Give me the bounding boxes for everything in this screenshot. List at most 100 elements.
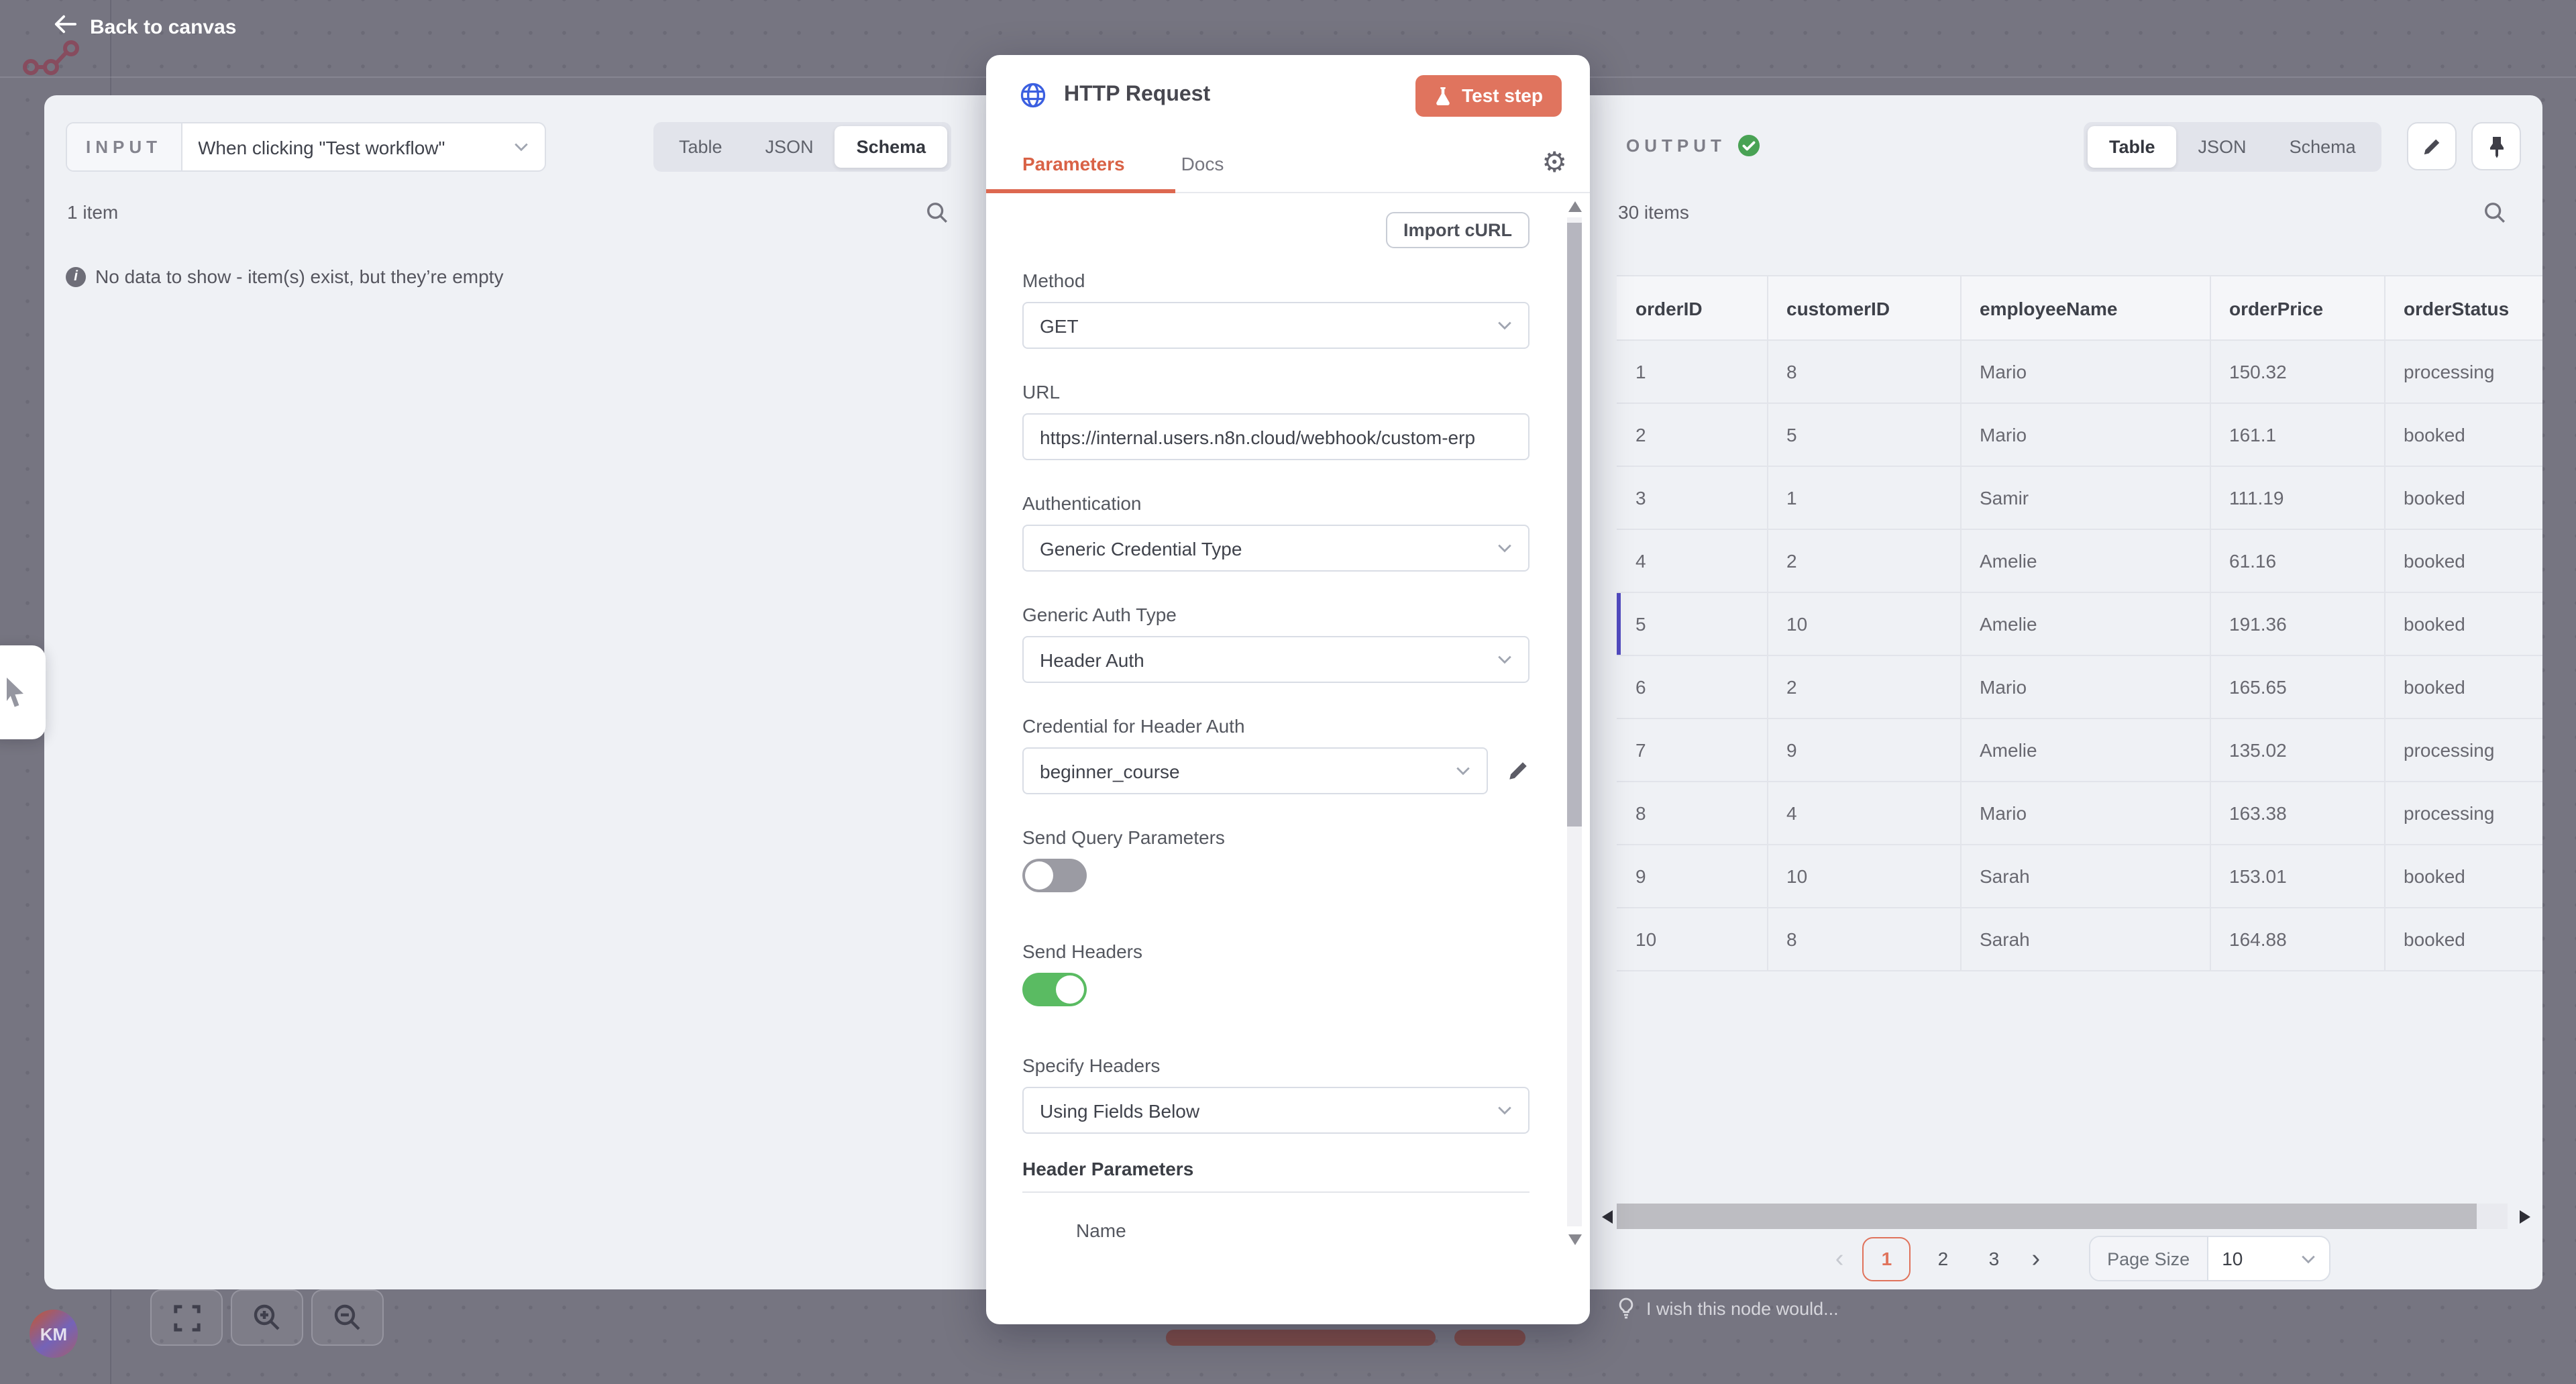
zoom-in-button[interactable] bbox=[231, 1289, 303, 1346]
node-settings-gear-icon[interactable]: ⚙ bbox=[1542, 145, 1567, 182]
column-header[interactable]: orderStatus bbox=[2384, 276, 2542, 340]
dimmed-canvas-button bbox=[1454, 1330, 1525, 1346]
output-view-tabs: Table JSON Schema bbox=[2084, 122, 2381, 172]
next-page-button[interactable]: › bbox=[2026, 1246, 2045, 1271]
prev-page-button[interactable]: ‹ bbox=[1830, 1246, 1849, 1271]
table-cell: Sarah bbox=[1960, 908, 2210, 971]
table-row[interactable]: 25Mario161.1booked bbox=[1617, 403, 2542, 466]
method-value: GET bbox=[1040, 315, 1497, 336]
column-header[interactable]: employeeName bbox=[1960, 276, 2210, 340]
output-table: orderID customerID employeeName orderPri… bbox=[1617, 275, 2542, 971]
send-query-parameters-toggle[interactable] bbox=[1022, 859, 1087, 892]
input-tab-schema[interactable]: Schema bbox=[835, 126, 948, 168]
zoom-out-button[interactable] bbox=[311, 1289, 384, 1346]
page-button[interactable]: 2 bbox=[1924, 1236, 1962, 1281]
zoom-to-fit-button[interactable] bbox=[150, 1289, 223, 1346]
tab-docs[interactable]: Docs bbox=[1181, 153, 1224, 174]
table-row[interactable]: 510Amelie191.36booked bbox=[1617, 592, 2542, 655]
pin-data-button[interactable] bbox=[2471, 122, 2521, 170]
url-value: https://internal.users.n8n.cloud/webhook… bbox=[1040, 426, 1512, 447]
table-row[interactable]: 42Amelie61.16booked bbox=[1617, 529, 2542, 592]
modal-tabs: Parameters Docs ⚙ bbox=[986, 136, 1590, 193]
scroll-down-icon[interactable] bbox=[1568, 1234, 1582, 1245]
table-cell: booked bbox=[2384, 845, 2542, 908]
globe-icon bbox=[1018, 81, 1048, 110]
input-empty-message: No data to show - item(s) exist, but the… bbox=[95, 266, 503, 287]
scroll-up-icon[interactable] bbox=[1568, 201, 1582, 212]
column-header[interactable]: orderID bbox=[1617, 276, 1767, 340]
chevron-down-icon bbox=[1497, 1106, 1512, 1115]
column-header[interactable]: orderPrice bbox=[2210, 276, 2384, 340]
output-tab-table[interactable]: Table bbox=[2088, 126, 2177, 168]
authentication-select[interactable]: Generic Credential Type bbox=[1022, 525, 1529, 572]
lightbulb-icon bbox=[1618, 1297, 1634, 1319]
table-cell: booked bbox=[2384, 466, 2542, 529]
drag-pointer-button[interactable] bbox=[0, 645, 46, 739]
page-button[interactable]: 3 bbox=[1975, 1236, 2012, 1281]
output-tab-json[interactable]: JSON bbox=[2177, 126, 2268, 168]
edit-output-button[interactable] bbox=[2407, 122, 2457, 170]
table-row[interactable]: 79Amelie135.02processing bbox=[1617, 718, 2542, 782]
screen: Back to canvas KM INPUT When c bbox=[0, 0, 2576, 1384]
table-cell: 161.1 bbox=[2210, 403, 2384, 466]
scroll-left-icon[interactable] bbox=[1602, 1210, 1613, 1224]
table-row[interactable]: 31Samir111.19booked bbox=[1617, 466, 2542, 529]
output-search-button[interactable] bbox=[2481, 199, 2508, 225]
parameters-panel: Import cURL Method GET URL https://inter… bbox=[986, 193, 1590, 1324]
modal-header: HTTP Request Test step bbox=[986, 55, 1590, 136]
input-search-button[interactable] bbox=[923, 199, 950, 225]
table-cell: 111.19 bbox=[2210, 466, 2384, 529]
pin-icon bbox=[2487, 135, 2506, 158]
node-feedback-link[interactable]: I wish this node would... bbox=[1618, 1297, 1839, 1319]
table-cell: Mario bbox=[1960, 340, 2210, 403]
credential-select[interactable]: beginner_course bbox=[1022, 747, 1488, 794]
table-row[interactable]: 910Sarah153.01booked bbox=[1617, 845, 2542, 908]
import-curl-button[interactable]: Import cURL bbox=[1386, 212, 1529, 248]
test-step-button[interactable]: Test step bbox=[1415, 74, 1562, 116]
modal-scrollbar-thumb[interactable] bbox=[1567, 223, 1582, 827]
input-tab-table[interactable]: Table bbox=[657, 126, 744, 168]
search-icon bbox=[2483, 201, 2506, 223]
url-label: URL bbox=[1022, 381, 1529, 403]
table-row[interactable]: 108Sarah164.88booked bbox=[1617, 908, 2542, 971]
zoom-in-icon bbox=[252, 1303, 282, 1332]
table-row[interactable]: 18Mario150.32processing bbox=[1617, 340, 2542, 403]
send-headers-toggle[interactable] bbox=[1022, 973, 1087, 1006]
user-avatar[interactable]: KM bbox=[30, 1310, 78, 1358]
header-parameter-name-label: Name bbox=[1076, 1220, 1529, 1241]
page-button[interactable]: 1 bbox=[1862, 1236, 1911, 1281]
table-cell: 2 bbox=[1617, 403, 1767, 466]
pencil-icon bbox=[2422, 136, 2442, 156]
generic-auth-type-select[interactable]: Header Auth bbox=[1022, 636, 1529, 683]
table-cell: booked bbox=[2384, 592, 2542, 655]
send-headers-label: Send Headers bbox=[1022, 941, 1529, 962]
credential-label: Credential for Header Auth bbox=[1022, 715, 1529, 737]
input-tab-json[interactable]: JSON bbox=[744, 126, 835, 168]
horizontal-scrollbar-thumb[interactable] bbox=[1617, 1204, 2477, 1229]
table-row[interactable]: 62Mario165.65booked bbox=[1617, 655, 2542, 718]
method-select[interactable]: GET bbox=[1022, 302, 1529, 349]
scroll-right-icon[interactable] bbox=[2520, 1210, 2530, 1224]
back-to-canvas-button[interactable]: Back to canvas bbox=[54, 15, 236, 39]
page-size-select[interactable]: Page Size 10 bbox=[2088, 1236, 2330, 1281]
chevron-down-icon bbox=[1497, 321, 1512, 330]
table-cell: 10 bbox=[1617, 908, 1767, 971]
input-source-value: When clicking "Test workflow" bbox=[198, 136, 503, 158]
table-cell: processing bbox=[2384, 718, 2542, 782]
input-source-dropdown[interactable]: INPUT When clicking "Test workflow" bbox=[66, 122, 546, 172]
specify-headers-select[interactable]: Using Fields Below bbox=[1022, 1087, 1529, 1134]
table-row[interactable]: 84Mario163.38processing bbox=[1617, 782, 2542, 845]
table-cell: Mario bbox=[1960, 782, 2210, 845]
chevron-down-icon bbox=[1456, 766, 1470, 776]
edit-credential-pencil-icon[interactable] bbox=[1507, 759, 1529, 782]
send-query-parameters-label: Send Query Parameters bbox=[1022, 827, 1529, 848]
tab-parameters[interactable]: Parameters bbox=[1022, 153, 1125, 174]
table-cell: processing bbox=[2384, 782, 2542, 845]
table-cell: 61.16 bbox=[2210, 529, 2384, 592]
table-cell: 135.02 bbox=[2210, 718, 2384, 782]
table-cell: Amelie bbox=[1960, 529, 2210, 592]
column-header[interactable]: customerID bbox=[1767, 276, 1960, 340]
output-tab-schema[interactable]: Schema bbox=[2268, 126, 2377, 168]
input-empty-message-row: i No data to show - item(s) exist, but t… bbox=[66, 266, 503, 287]
url-input[interactable]: https://internal.users.n8n.cloud/webhook… bbox=[1022, 413, 1529, 460]
